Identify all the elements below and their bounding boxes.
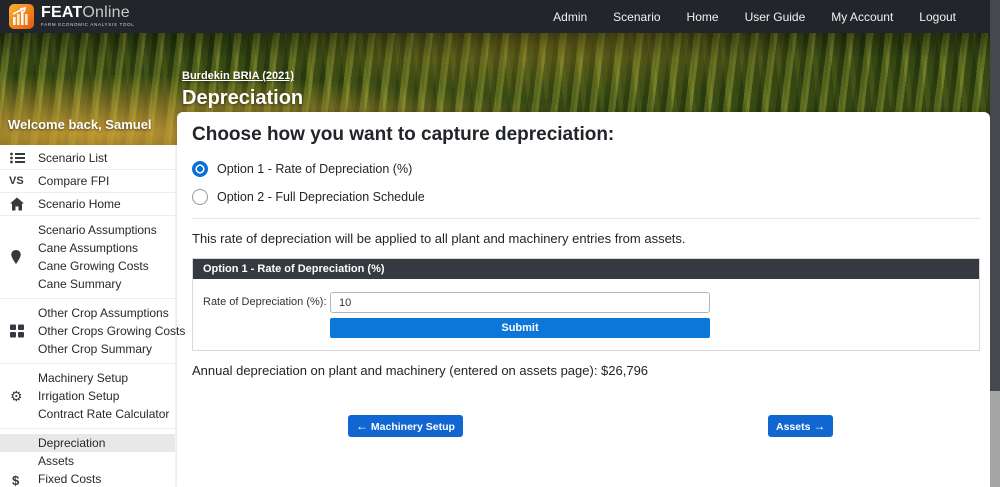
right-arrow-icon: →: [813, 419, 825, 433]
divider: [192, 218, 980, 219]
hero-shade: [0, 33, 990, 59]
nav-link-home[interactable]: Home: [687, 10, 719, 24]
assets-button[interactable]: Assets →: [768, 415, 833, 437]
radio-option-1[interactable]: Option 1 - Rate of Depreciation (%): [192, 161, 412, 177]
hero-text: Burdekin BRIA (2021) Depreciation: [182, 66, 303, 110]
sidebar-item-assets[interactable]: Assets: [0, 452, 175, 470]
sidebar-item-cane-growing-costs[interactable]: Cane Growing Costs: [0, 257, 175, 275]
sidebar-item-depreciation[interactable]: Depreciation: [0, 434, 175, 452]
rate-input[interactable]: [330, 292, 710, 313]
sidebar-item-label: Scenario List: [38, 151, 107, 165]
content-card: Choose how you want to capture depreciat…: [177, 112, 990, 487]
left-arrow-icon: ←: [356, 419, 368, 433]
panel-body: Rate of Depreciation (%): Submit: [193, 279, 979, 350]
sidebar-group-financials: $ Depreciation Assets Fixed Costs Other …: [0, 429, 175, 487]
top-nav-links: Admin Scenario Home User Guide My Accoun…: [553, 10, 1000, 24]
list-icon: [10, 152, 25, 164]
grid-icon: [10, 325, 24, 338]
brand-text: FEATOnline FARM ECONOMIC ANALYSIS TOOL: [41, 5, 134, 28]
sidebar-group-cane: Scenario Assumptions Cane Assumptions Ca…: [0, 216, 175, 299]
sidebar-item-label: Scenario Home: [38, 197, 121, 211]
sidebar-item-machinery-setup[interactable]: Machinery Setup: [0, 369, 175, 387]
sidebar-item-cane-summary[interactable]: Cane Summary: [0, 275, 175, 293]
sidebar-group-other-crops: Other Crop Assumptions Other Crops Growi…: [0, 299, 175, 364]
welcome-message: Welcome back, Samuel: [8, 117, 152, 132]
radio-unselected-icon[interactable]: [192, 189, 208, 205]
sidebar-item-scenario-list[interactable]: Scenario List: [0, 147, 175, 170]
brand-logo[interactable]: FEATOnline FARM ECONOMIC ANALYSIS TOOL: [0, 4, 134, 29]
page-nav-buttons: ← Machinery Setup Assets →: [192, 415, 980, 437]
nav-link-logout[interactable]: Logout: [919, 10, 956, 24]
rate-form-row: Rate of Depreciation (%):: [203, 292, 969, 313]
rate-note: This rate of depreciation will be applie…: [192, 231, 980, 246]
page-title: Depreciation: [182, 87, 303, 110]
sidebar-item-scenario-home[interactable]: Scenario Home: [0, 193, 175, 216]
top-navbar: FEATOnline FARM ECONOMIC ANALYSIS TOOL A…: [0, 0, 1000, 33]
breadcrumb-scenario-link[interactable]: Burdekin BRIA (2021): [182, 70, 294, 82]
machinery-setup-button[interactable]: ← Machinery Setup: [348, 415, 463, 437]
rate-field-label: Rate of Depreciation (%):: [203, 292, 330, 308]
vs-icon: VS: [9, 170, 24, 192]
sidebar-item-label: Compare FPI: [38, 174, 109, 188]
radio-option-1-label: Option 1 - Rate of Depreciation (%): [217, 162, 412, 176]
nav-link-admin[interactable]: Admin: [553, 10, 587, 24]
sidebar-item-contract-rate-calculator[interactable]: Contract Rate Calculator: [0, 405, 175, 423]
sidebar-item-other-crop-summary[interactable]: Other Crop Summary: [0, 340, 175, 358]
brand-tagline: FARM ECONOMIC ANALYSIS TOOL: [41, 23, 134, 28]
sidebar-item-other-crop-assumptions[interactable]: Other Crop Assumptions: [0, 304, 175, 322]
dollar-icon: $: [12, 473, 19, 487]
vertical-scrollbar[interactable]: [990, 0, 1000, 487]
nav-link-user-guide[interactable]: User Guide: [745, 10, 806, 24]
sidebar-item-irrigation-setup[interactable]: Irrigation Setup: [0, 387, 175, 405]
radio-selected-icon[interactable]: [192, 161, 208, 177]
sidebar-group-setup: ⚙ Machinery Setup Irrigation Setup Contr…: [0, 364, 175, 429]
annual-depreciation-summary: Annual depreciation on plant and machine…: [192, 363, 980, 378]
feat-logo-icon: [9, 4, 34, 29]
sidebar-item-scenario-assumptions[interactable]: Scenario Assumptions: [0, 221, 175, 239]
panel-header: Option 1 - Rate of Depreciation (%): [193, 259, 979, 279]
nav-link-my-account[interactable]: My Account: [831, 10, 893, 24]
sidebar-item-other-crops-growing-costs[interactable]: Other Crops Growing Costs: [0, 322, 175, 340]
brand-name: FEATOnline: [41, 5, 134, 21]
content-heading: Choose how you want to capture depreciat…: [192, 124, 980, 146]
radio-option-2[interactable]: Option 2 - Full Depreciation Schedule: [192, 189, 425, 205]
sidebar-item-compare-fpi[interactable]: VS Compare FPI: [0, 170, 175, 193]
gear-icon: ⚙: [10, 389, 23, 403]
sidebar-item-fixed-costs[interactable]: Fixed Costs: [0, 470, 175, 487]
map-marker-icon: [10, 250, 22, 265]
sidebar: Scenario List VS Compare FPI Scenario Ho…: [0, 145, 175, 487]
radio-option-2-label: Option 2 - Full Depreciation Schedule: [217, 190, 425, 204]
page: FEATOnline FARM ECONOMIC ANALYSIS TOOL A…: [0, 0, 1000, 487]
home-icon: [10, 198, 24, 211]
option1-panel: Option 1 - Rate of Depreciation (%) Rate…: [192, 258, 980, 351]
scrollbar-thumb[interactable]: [990, 0, 1000, 391]
sidebar-item-cane-assumptions[interactable]: Cane Assumptions: [0, 239, 175, 257]
nav-link-scenario[interactable]: Scenario: [613, 10, 660, 24]
submit-button[interactable]: Submit: [330, 318, 710, 338]
